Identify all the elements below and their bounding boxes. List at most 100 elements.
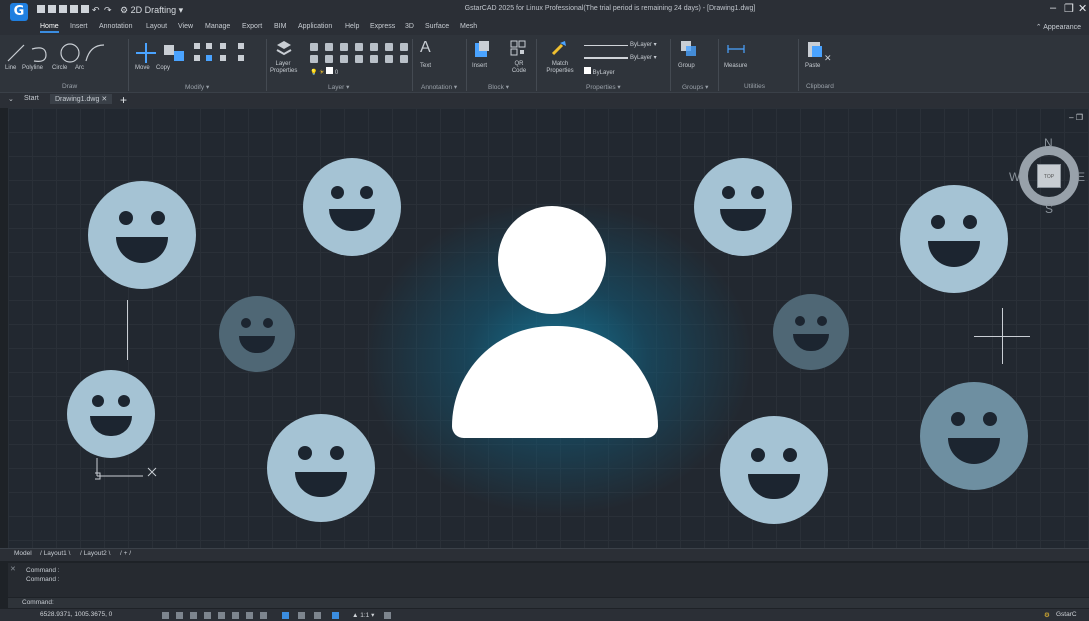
new-icon[interactable] <box>37 4 45 16</box>
undo-icon[interactable]: ↶ <box>92 4 100 16</box>
layer-tool-icon[interactable] <box>400 55 408 63</box>
tab-layout[interactable]: Layout <box>146 23 167 30</box>
compass-west[interactable]: W <box>1009 170 1020 184</box>
paste-button[interactable]: Paste <box>805 63 820 69</box>
insert-button[interactable]: Insert <box>472 63 487 69</box>
layer-dropdown[interactable]: 💡 ☀ 0 <box>310 67 338 76</box>
appearance-menu[interactable]: ⌃ Appearance <box>1036 23 1081 31</box>
new-tab-button[interactable]: + <box>120 93 127 107</box>
line-button[interactable]: Line <box>5 65 16 71</box>
layer-tool-icon[interactable] <box>385 55 393 63</box>
viewcube-top-face[interactable]: TOP <box>1037 164 1061 188</box>
layer-tool-icon[interactable] <box>340 55 348 63</box>
lineweight-toggle-icon[interactable] <box>298 612 305 619</box>
tab-annotation[interactable]: Annotation <box>99 23 132 30</box>
restore-button[interactable]: ❐ <box>1064 2 1074 15</box>
selection-cycling-icon[interactable] <box>332 612 339 619</box>
tab-export[interactable]: Export <box>242 23 262 30</box>
measure-icon[interactable] <box>726 41 746 57</box>
tab-layout2[interactable]: / Layout2 \ <box>80 550 110 557</box>
text-icon[interactable]: A <box>420 39 431 57</box>
layer-tool-icon[interactable] <box>370 55 378 63</box>
tab-help[interactable]: Help <box>345 23 359 30</box>
match-properties-button[interactable]: Match Properties <box>543 61 577 75</box>
command-input[interactable]: Command: <box>8 598 1089 608</box>
print-icon[interactable] <box>81 4 89 16</box>
close-command-icon[interactable]: ✕ <box>10 565 16 573</box>
otrack-toggle-icon[interactable] <box>282 612 289 619</box>
group-icon[interactable] <box>680 40 698 58</box>
text-button[interactable]: Text <box>420 63 431 69</box>
saveas-icon[interactable] <box>70 4 78 16</box>
draw-tools-icon[interactable] <box>6 41 116 63</box>
compass-south[interactable]: S <box>1045 202 1053 216</box>
qr-code-button[interactable]: QR Code <box>509 61 529 75</box>
match-properties-icon[interactable] <box>550 39 568 57</box>
redo-icon[interactable]: ↷ <box>104 4 112 16</box>
polyline-button[interactable]: Polyline <box>22 65 43 71</box>
grid-toggle-icon[interactable] <box>162 612 169 619</box>
app-logo[interactable]: G <box>10 3 28 21</box>
save-icon[interactable] <box>59 4 67 16</box>
minimize-button[interactable]: – <box>1050 2 1056 14</box>
layer-tool-icon[interactable] <box>325 43 333 51</box>
annotation-scale[interactable]: ▲ 1:1 ▾ <box>352 611 374 619</box>
tab-drawing1[interactable]: Drawing1.dwg ✕ <box>50 94 113 104</box>
close-button[interactable]: ✕ <box>1078 2 1087 15</box>
lineweight-dropdown[interactable]: ByLayer ▾ <box>630 54 657 61</box>
layer-tool-icon[interactable] <box>370 43 378 51</box>
snap-toggle-icon[interactable] <box>176 612 183 619</box>
cut-icon[interactable]: ✕ <box>824 53 832 64</box>
compass-north[interactable]: N <box>1044 136 1053 150</box>
compass-east[interactable]: E <box>1077 170 1085 184</box>
ortho-toggle-icon[interactable] <box>218 612 225 619</box>
tab-surface[interactable]: Surface <box>425 23 449 30</box>
modify-tools-icon[interactable] <box>134 41 264 63</box>
tab-model[interactable]: Model <box>14 550 32 557</box>
arc-button[interactable]: Arc <box>75 65 84 71</box>
tabs-menu-icon[interactable]: ⌄ <box>8 95 14 103</box>
insert-block-icon[interactable] <box>474 40 490 58</box>
layer-properties-icon[interactable] <box>275 39 293 59</box>
tab-bim[interactable]: BIM <box>274 23 286 30</box>
layer-properties-button[interactable]: Layer Properties <box>270 61 297 75</box>
layer-tool-icon[interactable] <box>355 43 363 51</box>
copy-button[interactable]: Copy <box>156 65 170 71</box>
layer-tool-icon[interactable] <box>325 55 333 63</box>
color-dropdown[interactable]: ByLayer ▾ <box>630 41 657 48</box>
tab-add-layout[interactable]: / + / <box>120 550 131 557</box>
layer-tool-icon[interactable] <box>340 43 348 51</box>
tab-layout1[interactable]: / Layout1 \ <box>40 550 70 557</box>
settings-icon[interactable]: ⚙ <box>1044 611 1050 619</box>
qr-code-icon[interactable] <box>510 40 526 56</box>
infer-toggle-icon[interactable] <box>190 612 197 619</box>
transparency-toggle-icon[interactable] <box>314 612 321 619</box>
tab-3d[interactable]: 3D <box>405 23 414 30</box>
tab-express[interactable]: Express <box>370 23 395 30</box>
viewport-controls[interactable]: – ❐ <box>1069 113 1083 122</box>
tab-start[interactable]: Start <box>24 95 39 102</box>
calculator-icon[interactable] <box>384 612 391 619</box>
linetype-dropdown[interactable]: ByLayer <box>584 67 615 76</box>
paste-icon[interactable] <box>806 39 824 59</box>
tab-view[interactable]: View <box>178 23 193 30</box>
layer-tool-icon[interactable] <box>310 43 318 51</box>
tab-manage[interactable]: Manage <box>205 23 230 30</box>
drawing-canvas[interactable]: – ❐ TOP N S E W <box>8 108 1089 548</box>
layer-tool-icon[interactable] <box>400 43 408 51</box>
layer-tool-icon[interactable] <box>385 43 393 51</box>
osnap-toggle-icon[interactable] <box>260 612 267 619</box>
polar-toggle-icon[interactable] <box>232 612 239 619</box>
open-icon[interactable] <box>48 4 56 16</box>
tab-application[interactable]: Application <box>298 23 332 30</box>
tab-insert[interactable]: Insert <box>70 23 88 30</box>
layer-tool-icon[interactable] <box>355 55 363 63</box>
tab-mesh[interactable]: Mesh <box>460 23 477 30</box>
group-button[interactable]: Group <box>678 63 695 69</box>
viewcube[interactable]: TOP N S E W <box>1009 136 1089 226</box>
measure-button[interactable]: Measure <box>724 63 747 69</box>
layer-tool-icon[interactable] <box>310 55 318 63</box>
workspace-selector[interactable]: ⚙ 2D Drafting ▾ <box>120 4 183 16</box>
close-tab-icon[interactable]: ✕ <box>101 96 107 103</box>
isodraft-toggle-icon[interactable] <box>246 612 253 619</box>
